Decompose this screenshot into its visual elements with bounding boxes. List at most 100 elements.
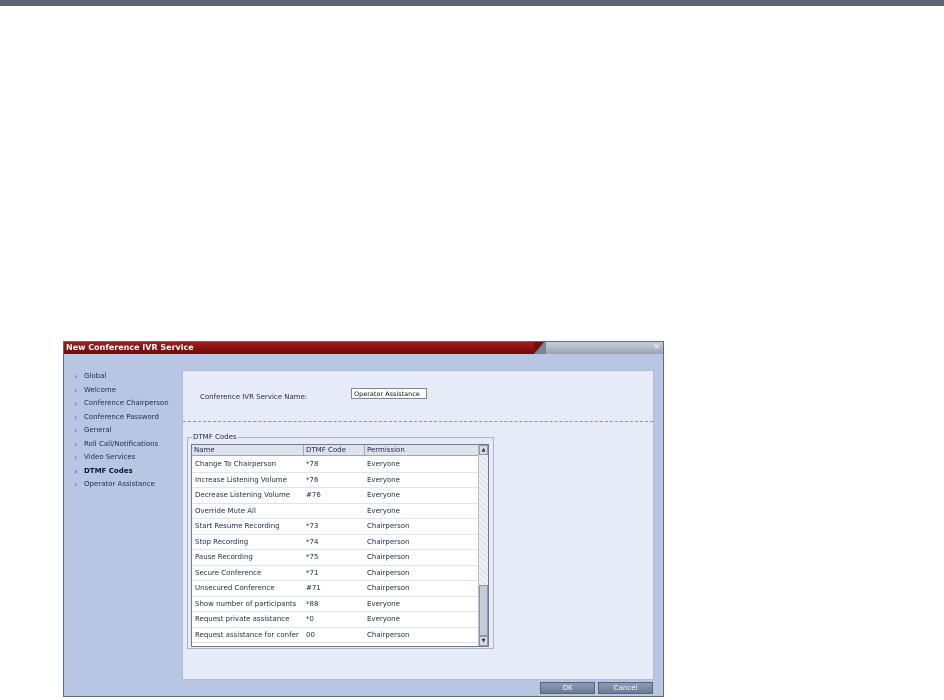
sidebar-item-label: General — [84, 426, 112, 434]
table-row[interactable]: Decrease Listening Volume #76 Everyone — [192, 488, 480, 504]
cell-code: *74 — [306, 537, 319, 546]
chevron-right-icon: › — [74, 439, 78, 449]
table-row[interactable]: Secure Conference *71 Chairperson — [192, 566, 480, 581]
cell-code: *78 — [306, 460, 319, 468]
sidebar-item-label: Welcome — [84, 385, 117, 394]
ok-button[interactable]: OK — [540, 682, 595, 694]
table-row[interactable]: Override Mute All Everyone — [192, 504, 480, 519]
sidebar-item-conference-chairperson[interactable]: › Conference Chairperson — [70, 397, 182, 411]
dialog-title: New Conference IVR Service — [66, 343, 194, 352]
table-row[interactable]: Start Resume Recording *73 Chairperson — [192, 519, 480, 535]
arrow-up-icon[interactable]: ▲ — [479, 445, 488, 455]
sidebar-item-welcome[interactable]: › Welcome — [70, 384, 182, 398]
sidebar-item-dtmf-codes[interactable]: › DTMF Codes — [70, 465, 182, 479]
table-row[interactable]: Change To Chairperson *78 Everyone — [192, 457, 480, 473]
cell-permission: Everyone — [367, 491, 400, 499]
close-icon[interactable]: × — [653, 342, 660, 351]
sidebar-nav: › Global › Welcome › Conference Chairperson… — [70, 370, 182, 492]
cell-code: *0 — [306, 615, 314, 623]
cell-code: #76 — [306, 491, 321, 499]
cell-name: Pause Recording — [195, 553, 253, 561]
cell-permission: Chairperson — [367, 522, 410, 530]
cell-permission: Everyone — [367, 506, 400, 515]
cancel-button[interactable]: Cancel — [598, 682, 653, 694]
table-row[interactable]: Unsecured Conference #71 Chairperson — [192, 581, 480, 597]
cell-name: Request assistance for confer — [195, 630, 299, 639]
sidebar-item-video-services[interactable]: › Video Services — [70, 451, 182, 465]
sidebar-item-operator-assistance[interactable]: › Operator Assistance — [70, 478, 182, 492]
table-header: Name DTMF Code Permission — [192, 445, 480, 456]
table-row[interactable]: Pause Recording *75 Chairperson — [192, 550, 480, 566]
sidebar-item-label: Operator Assistance — [84, 480, 155, 488]
sidebar-item-general[interactable]: › General — [70, 424, 182, 438]
dtmf-codes-table: Name DTMF Code Permission Change To Chai… — [191, 444, 489, 647]
table-row[interactable]: Increase Listening Volume *76 Everyone — [192, 473, 480, 488]
sidebar-item-label: Video Services — [84, 453, 136, 461]
service-name-label: Conference IVR Service Name: — [200, 393, 308, 401]
sidebar-item-label: Conference Chairperson — [84, 399, 169, 407]
table-row[interactable]: Request private assistance *0 Everyone — [192, 612, 480, 628]
top-bar — [0, 0, 944, 6]
table-row[interactable]: Request assistance for confer 00 Chairpers… — [192, 628, 480, 643]
scrollbar-thumb[interactable] — [479, 585, 488, 636]
table-scrollbar[interactable]: ▲ ▼ — [478, 445, 488, 646]
sidebar-item-label: Global — [84, 372, 107, 380]
dtmf-codes-legend: DTMF Codes — [192, 433, 238, 441]
chevron-right-icon: › — [74, 426, 78, 435]
sidebar-item-label: DTMF Codes — [84, 466, 133, 475]
cell-permission: Everyone — [367, 599, 400, 608]
ivr-service-dialog: New Conference IVR Service × › Global › We… — [63, 341, 664, 697]
chevron-right-icon: › — [74, 412, 78, 422]
chevron-right-icon: › — [74, 399, 78, 408]
cell-code: 00 — [306, 630, 315, 639]
sidebar-item-global[interactable]: › Global — [70, 370, 182, 384]
cell-code: #71 — [306, 584, 321, 592]
arrow-down-icon[interactable]: ▼ — [479, 636, 488, 646]
chevron-right-icon: › — [74, 372, 78, 381]
cell-permission: Chairperson — [367, 553, 410, 561]
chevron-right-icon: › — [74, 466, 78, 476]
column-header-permission[interactable]: Permission — [365, 445, 480, 456]
sidebar-item-label: Conference Password — [84, 412, 159, 421]
column-header-name[interactable]: Name — [192, 445, 304, 456]
cell-code: *73 — [306, 522, 319, 530]
sidebar-item-roll-call[interactable]: › Roll Call/Notifications — [70, 438, 182, 452]
table-row[interactable]: Show number of participants *88 Everyone — [192, 597, 480, 612]
table-body: Change To Chairperson *78 Everyone Increas… — [192, 457, 480, 643]
chevron-right-icon: › — [74, 385, 78, 395]
cell-name: Override Mute All — [195, 506, 256, 515]
cell-permission: Everyone — [367, 475, 400, 484]
titlebar-tail — [546, 342, 663, 354]
cell-permission: Chairperson — [367, 537, 410, 546]
cell-name: Decrease Listening Volume — [195, 491, 291, 499]
cell-permission: Chairperson — [367, 568, 410, 577]
dialog-titlebar[interactable]: New Conference IVR Service × — [64, 342, 663, 354]
cell-name: Show number of participants — [195, 599, 297, 608]
chevron-right-icon: › — [74, 453, 78, 462]
cell-name: Change To Chairperson — [195, 460, 277, 468]
cell-code: *88 — [306, 599, 319, 608]
cell-name: Increase Listening Volume — [195, 475, 287, 484]
cell-code: *75 — [306, 553, 319, 561]
content-panel: Conference IVR Service Name: DTMF Codes … — [182, 370, 654, 680]
cell-code: *76 — [306, 475, 319, 484]
cell-name: Secure Conference — [195, 568, 262, 577]
cell-permission: Everyone — [367, 615, 400, 623]
cell-name: Stop Recording — [195, 537, 249, 546]
cell-name: Request private assistance — [195, 615, 290, 623]
sidebar-item-conference-password[interactable]: › Conference Password — [70, 411, 182, 425]
cell-name: Unsecured Conference — [195, 584, 275, 592]
sidebar-item-label: Roll Call/Notifications — [84, 439, 159, 448]
dtmf-codes-group: DTMF Codes Name DTMF Code Permission Cha… — [187, 433, 494, 649]
column-header-dtmf-code[interactable]: DTMF Code — [304, 445, 365, 456]
cell-permission: Everyone — [367, 460, 400, 468]
cell-permission: Chairperson — [367, 584, 410, 592]
chevron-right-icon: › — [74, 480, 78, 489]
service-name-input[interactable] — [351, 388, 427, 399]
scrollbar-track[interactable] — [479, 455, 488, 585]
cell-name: Start Resume Recording — [195, 522, 280, 530]
table-row[interactable]: Stop Recording *74 Chairperson — [192, 535, 480, 550]
cell-code: *71 — [306, 568, 319, 577]
cell-permission: Chairperson — [367, 630, 410, 639]
divider — [183, 421, 653, 422]
